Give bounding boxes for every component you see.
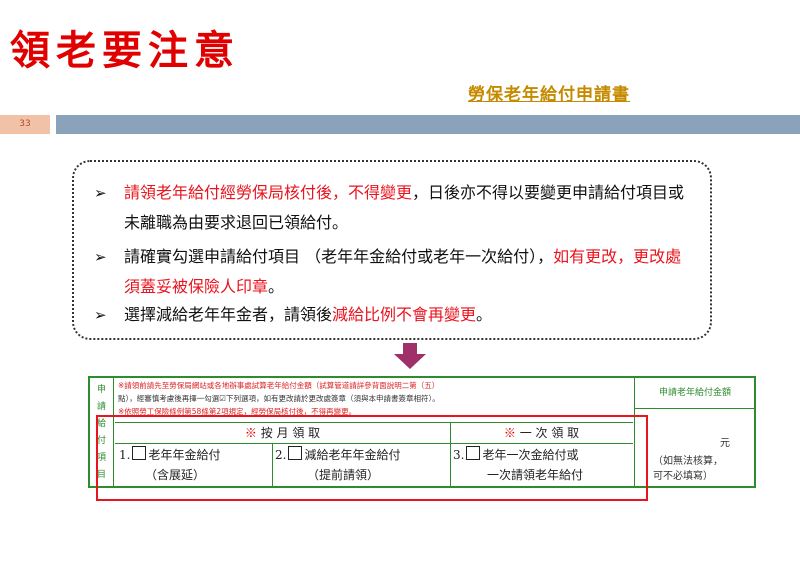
form-note: ※請領前請先至勞保局網站或各地辦事處試算老年給付金額（試算管道請詳參背面說明二第…: [118, 379, 630, 418]
amount-header: 申請老年給付金額: [635, 378, 755, 409]
page-title: 領老要注意: [10, 27, 240, 74]
down-arrow-icon: [394, 343, 426, 369]
note-line-1: ※請領前請先至勞保局網站或各地辦事處試算老年給付金額（試算管道請詳參背面說明二第…: [118, 381, 440, 390]
bullet-1: ➢ 請領老年給付經勞保局核付後，不得變更，日後亦不得以要變更申請給付項目或未離職…: [94, 178, 694, 238]
bullet-1-highlight: 請領老年給付經勞保局核付後，不得變更: [124, 183, 413, 202]
highlight-frame: [96, 415, 648, 501]
arrow-bullet-icon: ➢: [94, 306, 107, 324]
arrow-bullet-icon: ➢: [94, 248, 107, 266]
note-line-2: 點），經審慎考慮後再擇一勾選☑下列選項，如有更改請於更改處簽章（須與本申請書簽章…: [118, 394, 440, 403]
bullet-2: ➢ 請確實勾選申請給付項目 （老年年金給付或老年一次給付），如有更改，更改處須蓋…: [94, 242, 694, 302]
bullet-3-text: 選擇減給老年年金者，請領後: [124, 305, 333, 324]
header-bar: [56, 115, 800, 134]
amount-note: （如無法核算， 可不必填寫）: [653, 456, 723, 482]
notice-callout: ➢ 請領老年給付經勞保局核付後，不得變更，日後亦不得以要變更申請給付項目或未離職…: [72, 160, 712, 340]
slide: 領老要注意 勞保老年給付申請書 33 ➢ 請領老年給付經勞保局核付後，不得變更，…: [0, 0, 800, 579]
arrow-bullet-icon: ➢: [94, 184, 107, 202]
amount-unit: 元: [720, 438, 730, 449]
bullet-2-end: 。: [268, 277, 285, 296]
amount-column: 申請老年給付金額 元 （如無法核算， 可不必填寫）: [634, 378, 755, 486]
slide-number: 33: [0, 115, 50, 134]
bullet-3: ➢ 選擇減給老年年金者，請領後減給比例不會再變更。: [94, 300, 694, 330]
bullet-3-highlight: 減給比例不會再變更: [332, 305, 477, 324]
bullet-2-text: 請確實勾選申請給付項目 （老年年金給付或老年一次給付），: [124, 247, 554, 266]
bullet-3-end: 。: [476, 305, 493, 324]
form-subtitle: 勞保老年給付申請書: [468, 85, 630, 105]
